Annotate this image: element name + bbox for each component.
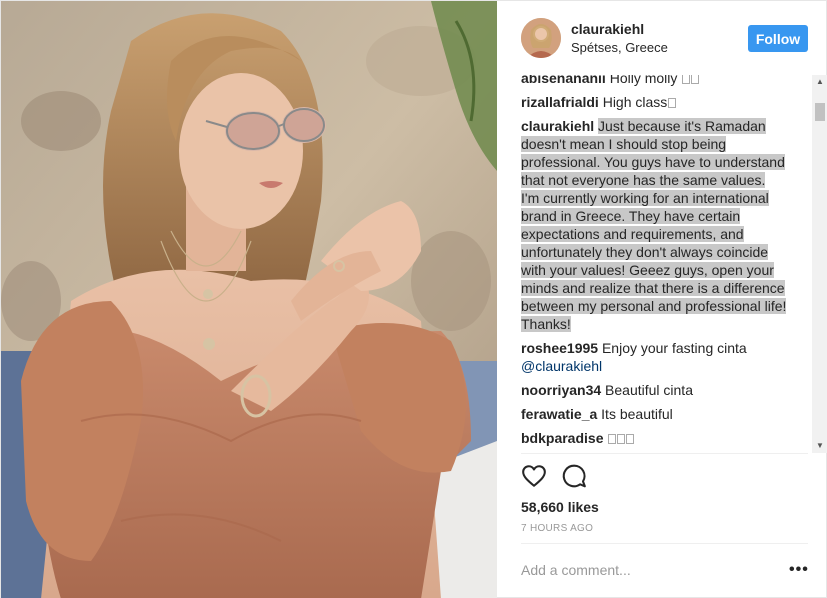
comments-scrollbar[interactable]: ▲ ▼ xyxy=(812,75,827,453)
missing-glyph-icon xyxy=(626,434,635,444)
list-item: abisenananii Holly molly xyxy=(521,75,787,87)
comment-username[interactable]: claurakiehl xyxy=(521,118,594,134)
comment-username[interactable]: rizallafrialdi xyxy=(521,94,599,110)
comment-username[interactable]: roshee1995 xyxy=(521,340,598,356)
post-location[interactable]: Spétses, Greece xyxy=(571,40,668,55)
mention-link[interactable]: @claurakiehl xyxy=(521,358,602,374)
missing-glyph-icon xyxy=(617,434,626,444)
comment-text: Its beautiful xyxy=(601,406,673,422)
comments-scroll-content: abisenananii Holly molly rizallafrialdi … xyxy=(521,75,787,453)
scroll-down-arrow-icon[interactable]: ▼ xyxy=(812,439,827,453)
comment-text: Beautiful cinta xyxy=(605,382,693,398)
list-item: roshee1995 Enjoy your fasting cinta @cla… xyxy=(521,339,787,375)
missing-glyph-icon xyxy=(691,75,700,84)
list-item: bdkparadise xyxy=(521,429,787,447)
post-timestamp[interactable]: 7 HOURS AGO xyxy=(521,523,593,534)
post-photo-image xyxy=(1,1,497,598)
missing-glyph-icon xyxy=(608,434,617,444)
avatar-image xyxy=(521,18,561,58)
add-comment-input[interactable] xyxy=(521,562,771,578)
post-photo[interactable] xyxy=(1,1,497,598)
missing-glyph-icon xyxy=(682,75,691,84)
post-username[interactable]: claurakiehl xyxy=(571,21,644,37)
comment-username[interactable]: abisenananii xyxy=(521,75,606,86)
list-item: ferawatie_a Its beautiful xyxy=(521,405,787,423)
comment-text: High class xyxy=(602,94,668,110)
missing-glyph-icon xyxy=(668,98,677,108)
comment-username[interactable]: ferawatie_a xyxy=(521,406,597,422)
comment-text: Enjoy your fasting cinta xyxy=(601,340,747,356)
post-header: claurakiehl Spétses, Greece Follow xyxy=(497,1,827,75)
avatar[interactable] xyxy=(521,18,561,58)
scroll-up-arrow-icon[interactable]: ▲ xyxy=(812,75,827,89)
comment-bubble-icon[interactable] xyxy=(561,463,589,491)
likes-count[interactable]: 58,660 likes xyxy=(521,499,599,515)
follow-button[interactable]: Follow xyxy=(748,25,808,52)
more-options-icon[interactable]: ••• xyxy=(789,561,809,579)
list-item: claurakiehl Just because it's Ramadan do… xyxy=(521,117,787,333)
instagram-post: claurakiehl Spétses, Greece Follow abise… xyxy=(0,0,827,598)
scroll-thumb[interactable] xyxy=(815,103,825,121)
heart-icon[interactable] xyxy=(521,463,549,491)
list-item: noorriyan34 Beautiful cinta xyxy=(521,381,787,399)
divider xyxy=(521,543,808,544)
comments-list[interactable]: abisenananii Holly molly rizallafrialdi … xyxy=(497,75,827,453)
divider xyxy=(521,453,808,454)
comment-text-selected: Just because it's Ramadan doesn't mean I… xyxy=(521,118,787,332)
list-item: rizallafrialdi High class xyxy=(521,93,787,111)
post-side-panel: claurakiehl Spétses, Greece Follow abise… xyxy=(497,1,827,598)
comment-text: Holly molly xyxy=(609,75,682,86)
comment-username[interactable]: noorriyan34 xyxy=(521,382,601,398)
comment-username[interactable]: bdkparadise xyxy=(521,430,603,446)
